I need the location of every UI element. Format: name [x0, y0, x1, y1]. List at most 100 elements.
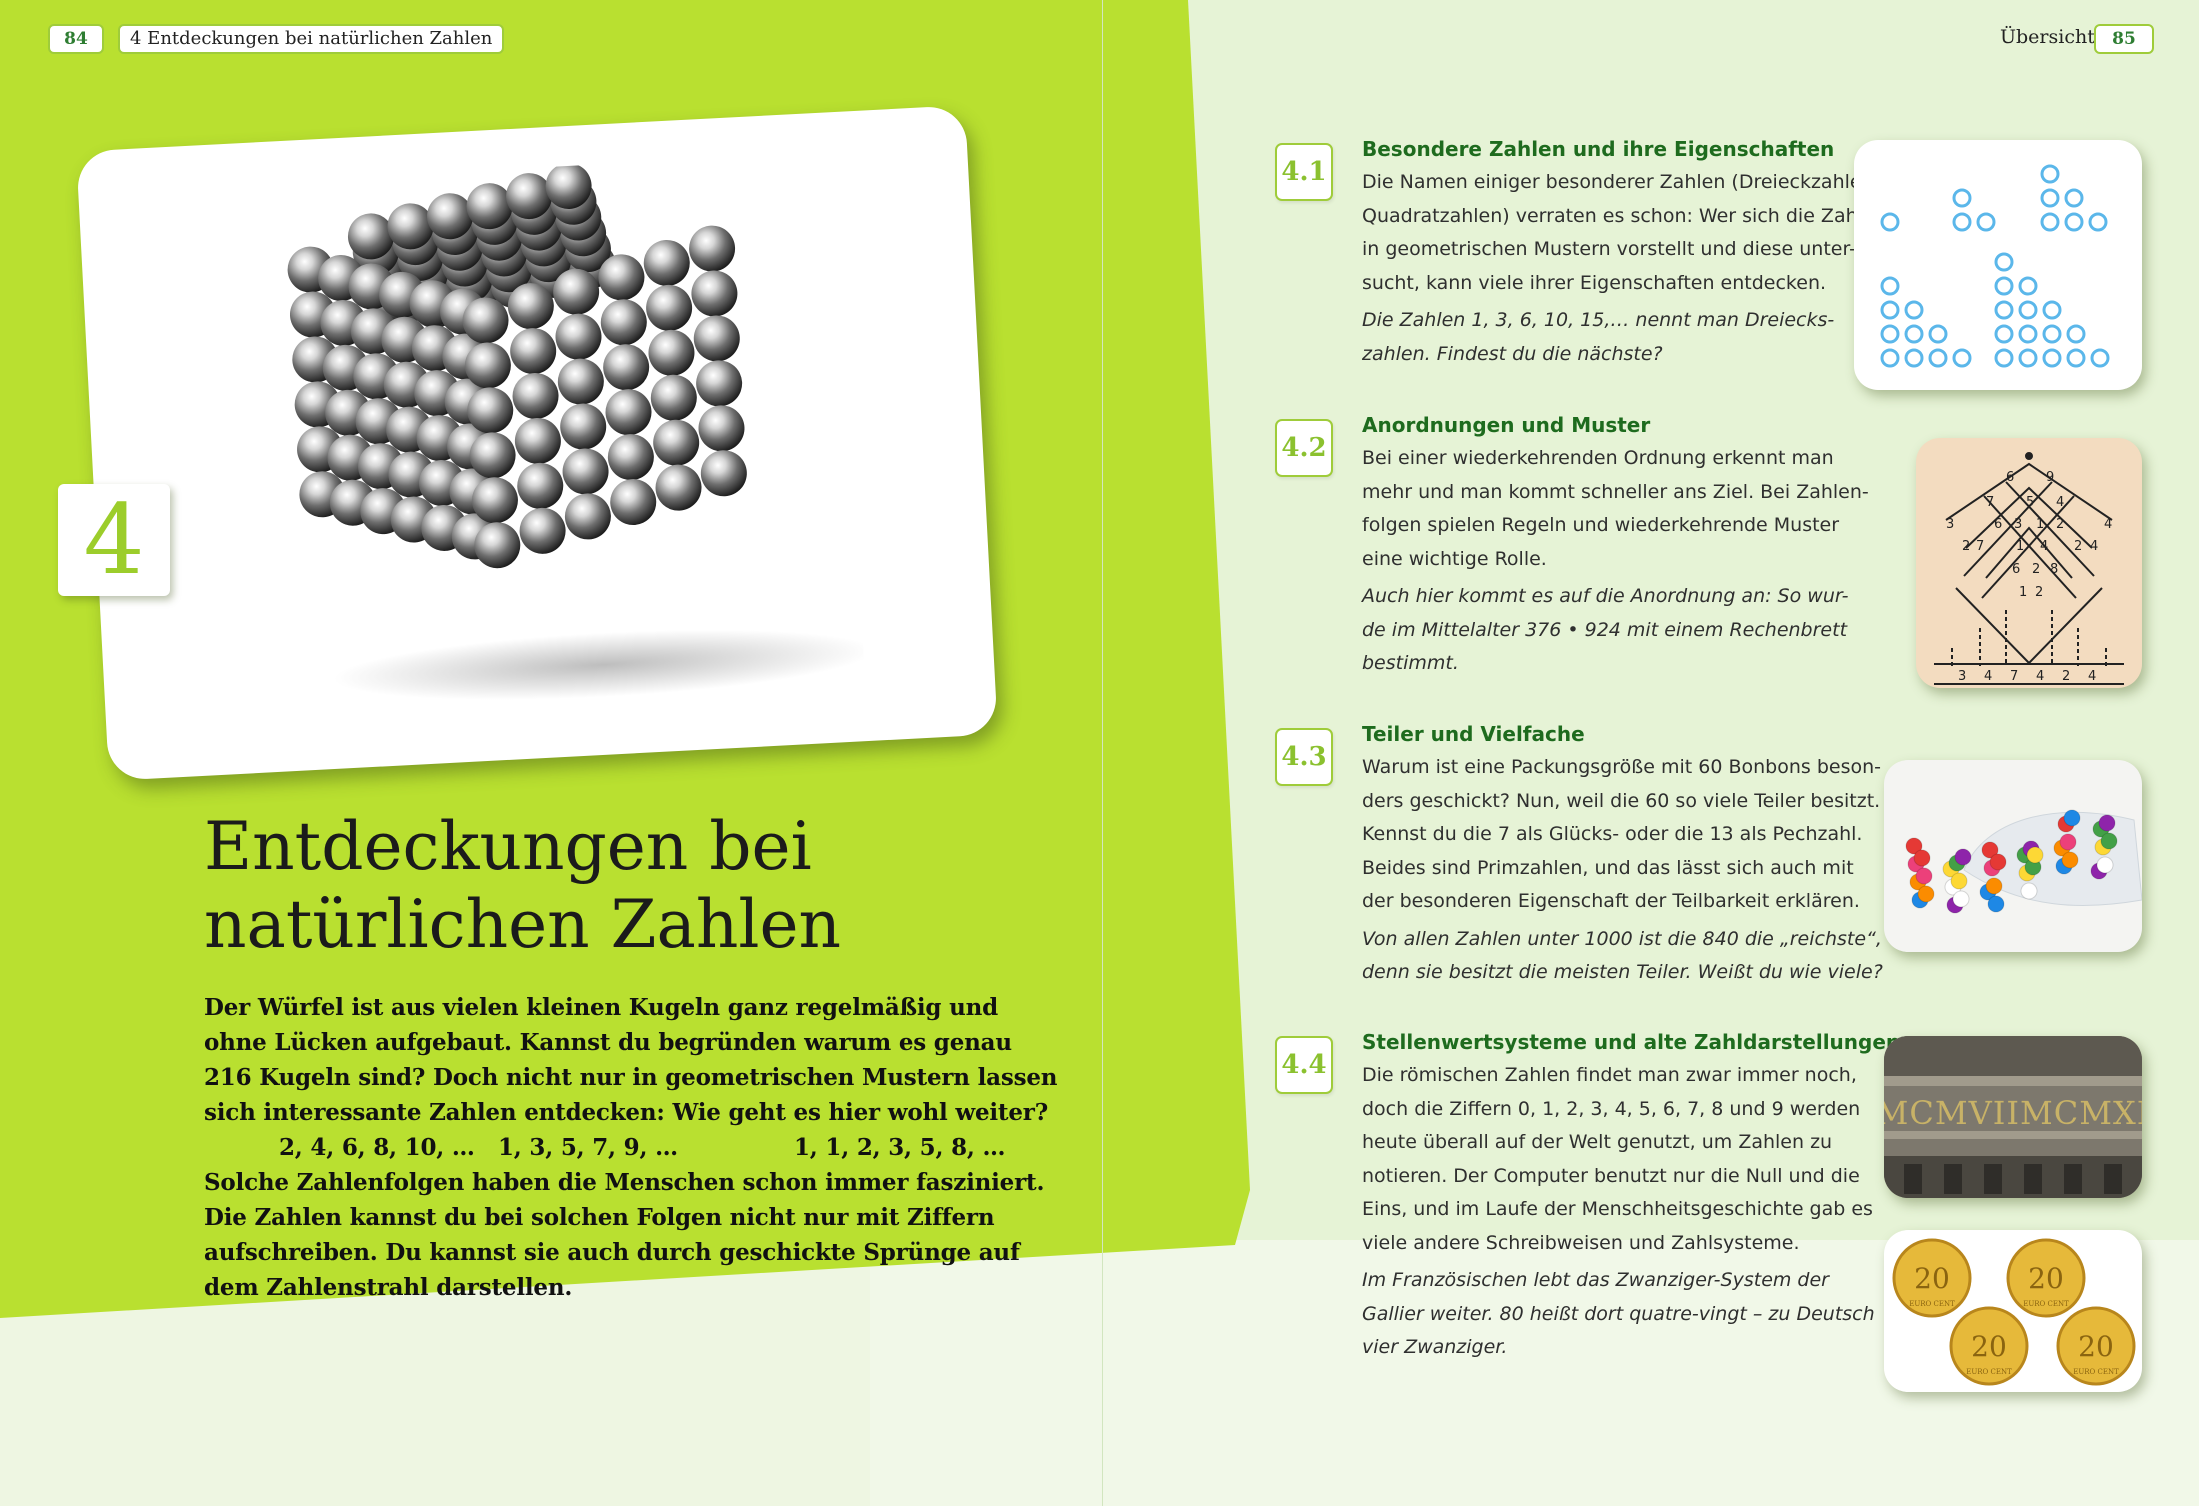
- lattice-multiplication-sketch: 6 9 7 5 4 3 6 3 1 2 4 2 7 1 4 2 4 6 2 8 …: [1934, 452, 2124, 685]
- lattice-digit: 2: [2035, 585, 2043, 600]
- section-text-line: Bei einer wiederkehrenden Ordnung erkenn…: [1362, 447, 1834, 469]
- coin-label: EURO CENT: [1966, 1368, 2012, 1376]
- result-digit: 4: [1984, 669, 1992, 684]
- section-number-4-4: 4.4: [1275, 1036, 1333, 1094]
- coin-label: EURO CENT: [1909, 1300, 1955, 1308]
- lattice-digit: 2: [2074, 539, 2082, 554]
- sequence-fibonacci: 1, 1, 2, 3, 5, 8, …: [794, 1134, 1006, 1161]
- gumballs-graphic: [1905, 809, 2142, 914]
- lattice-digit: 1: [2016, 539, 2024, 554]
- sequence-odd: 1, 3, 5, 7, 9, …: [498, 1134, 678, 1161]
- intro-line: ohne Lücken aufgebaut. Kannst du begründ…: [204, 1029, 1012, 1056]
- coin-value: 20: [1971, 1330, 2007, 1363]
- page-number-right: 85: [2094, 24, 2154, 54]
- coin: 20 EURO CENT: [1892, 1238, 1972, 1318]
- intro-line: dem Zahlenstrahl darstellen.: [204, 1274, 573, 1301]
- section-4-3: Teiler und Vielfache Warum ist eine Pack…: [1362, 719, 1883, 990]
- result-digit: 7: [2010, 669, 2018, 684]
- section-text-line: in geometrischen Mustern vorstellt und d…: [1362, 238, 1856, 260]
- section-text-line: Die Namen einiger besonderer Zahlen (Dre…: [1362, 171, 1880, 193]
- lattice-digit: 4: [2104, 517, 2112, 532]
- coin-label: EURO CENT: [2023, 1300, 2069, 1308]
- section-4-1: Besondere Zahlen und ihre Eigenschaften …: [1362, 134, 1887, 371]
- coin: 20 EURO CENT: [1949, 1306, 2029, 1386]
- intro-line: Solche Zahlenfolgen haben die Menschen s…: [204, 1169, 1045, 1196]
- result-digit: 2: [2062, 669, 2070, 684]
- coin: 20 EURO CENT: [2056, 1306, 2136, 1386]
- result-digit: 4: [2036, 669, 2044, 684]
- number-sequences: 2, 4, 6, 8, 10, … 1, 3, 5, 7, 9, … 1, 1,…: [204, 1130, 1006, 1165]
- intro-line: Der Würfel ist aus vielen kleinen Kugeln…: [204, 994, 999, 1021]
- magnetic-ball-cube-image: [287, 162, 866, 700]
- section-italic-line: zahlen. Findest du die nächste?: [1362, 342, 1663, 365]
- coin-value: 20: [2078, 1330, 2114, 1363]
- section-text-line: doch die Ziffern 0, 1, 2, 3, 4, 5, 6, 7,…: [1362, 1097, 1861, 1120]
- lattice-digit: 6: [2006, 470, 2014, 485]
- section-text-line: notieren. Der Computer benutzt nur die N…: [1362, 1164, 1860, 1187]
- title-line: Entdeckungen bei: [204, 808, 812, 885]
- section-4-4: Stellenwertsysteme und alte Zahldarstell…: [1362, 1027, 1901, 1365]
- lattice-digit: 8: [2050, 562, 2058, 577]
- running-head: 4 Entdeckungen bei natürlichen Zahlen: [118, 24, 505, 54]
- lattice-digit: 2: [2032, 562, 2040, 577]
- chapter-number-box: 4: [58, 484, 170, 596]
- figurate-numbers-image: [1854, 140, 2142, 390]
- euro-coins-image: 20 EURO CENT 20 EURO CENT 20 EURO CENT 20 EU…: [1884, 1230, 2142, 1392]
- twenty-cent-coins-graphic: 20 EURO CENT 20 EURO CENT 20 EURO CENT 20 EU…: [1892, 1238, 2136, 1386]
- title-line: natürlichen Zahlen: [204, 886, 842, 963]
- section-italic-line: Gallier weiter. 80 heißt dort quatre-vin…: [1362, 1302, 1875, 1325]
- section-text-line: der besonderen Eigenschaft der Teilbarke…: [1362, 890, 1860, 912]
- lattice-digit: 2: [2056, 517, 2064, 532]
- result-digit: 3: [1958, 669, 1966, 684]
- section-number-4-2: 4.2: [1275, 419, 1333, 477]
- intro-text: Der Würfel ist aus vielen kleinen Kugeln…: [204, 990, 1058, 1305]
- section-number-4-1: 4.1: [1275, 143, 1333, 201]
- section-title: Stellenwertsysteme und alte Zahldarstell…: [1362, 1030, 1901, 1054]
- lattice-digit: 5: [2026, 495, 2034, 510]
- section-text-line: ders geschickt? Nun, weil die 60 so viel…: [1362, 789, 1881, 812]
- lattice-digit: 4: [2040, 539, 2048, 554]
- section-text-line: mehr und man kommt schneller ans Ziel. B…: [1362, 480, 1869, 503]
- intro-line: aufschreiben. Du kannst sie auch durch g…: [204, 1239, 1020, 1266]
- candy-bag-image: [1884, 760, 2142, 952]
- lattice-digit: 1: [2036, 517, 2044, 532]
- section-text-line: Die römischen Zahlen findet man zwar imm…: [1362, 1064, 1857, 1086]
- lattice-digit: 6: [2012, 562, 2020, 577]
- section-text-line: Kennst du die 7 als Glücks- oder die 13 …: [1362, 823, 1863, 845]
- cube-photo: [76, 105, 998, 781]
- section-text-line: viele andere Schreibweisen und Zahlsyste…: [1362, 1231, 1800, 1254]
- overview-label: Übersicht: [2000, 26, 2095, 48]
- intro-line: sich interessante Zahlen entdecken: Wie …: [204, 1099, 1048, 1126]
- roman-numerals-building-image: MCMVIIMCMXI: [1884, 1036, 2142, 1198]
- section-text-line: folgen spielen Regeln und wiederkehrende…: [1362, 514, 1840, 536]
- lattice-digit: 4: [2090, 539, 2098, 554]
- coin-value: 20: [1914, 1262, 1950, 1295]
- section-text-line: eine wichtige Rolle.: [1362, 547, 1547, 570]
- section-text-line: sucht, kann viele ihrer Eigenschaften en…: [1362, 271, 1827, 294]
- intro-line: 216 Kugeln sind? Doch nicht nur in geome…: [204, 1064, 1058, 1091]
- lattice-digit: 7: [1976, 539, 1984, 554]
- dot-pattern-graphic: [1880, 164, 2110, 368]
- lattice-digit: 6: [1994, 517, 2002, 532]
- intro-line: Die Zahlen kannst du bei solchen Folgen …: [204, 1204, 995, 1231]
- result-digit: 4: [2088, 669, 2096, 684]
- counting-board-image: 6 9 7 5 4 3 6 3 1 2 4 2 7 1 4 2 4 6 2 8 …: [1916, 438, 2142, 688]
- lattice-digit: 9: [2046, 470, 2054, 485]
- section-italic-line: bestimmt.: [1362, 652, 1459, 674]
- section-text-line: Eins, und im Laufe der Menschheitsgeschi…: [1362, 1198, 1873, 1220]
- lattice-digit: 2: [1962, 539, 1970, 554]
- section-text-line: heute überall auf der Welt genutzt, um Z…: [1362, 1131, 1833, 1153]
- lattice-digit: 7: [1986, 495, 1994, 510]
- section-number-4-3: 4.3: [1275, 728, 1333, 786]
- book-spine: [1102, 0, 1103, 1506]
- roman-inscription: MCMVIIMCMXI: [1884, 1094, 2142, 1132]
- section-text-line: Warum ist eine Packungsgröße mit 60 Bonb…: [1362, 756, 1881, 778]
- section-italic-line: Auch hier kommt es auf die Anordnung an:…: [1362, 585, 1849, 607]
- section-title: Teiler und Vielfache: [1362, 722, 1585, 746]
- section-italic-line: de im Mittelalter 376 • 924 mit einem Re…: [1362, 618, 1848, 641]
- sequence-even: 2, 4, 6, 8, 10, …: [279, 1134, 475, 1161]
- section-text-line: Quadratzahlen) verraten es schon: Wer si…: [1362, 204, 1887, 227]
- section-4-2: Anordnungen und Muster Bei einer wiederk…: [1362, 410, 1869, 681]
- coin-value: 20: [2028, 1262, 2064, 1295]
- lattice-digit: 4: [2056, 495, 2064, 510]
